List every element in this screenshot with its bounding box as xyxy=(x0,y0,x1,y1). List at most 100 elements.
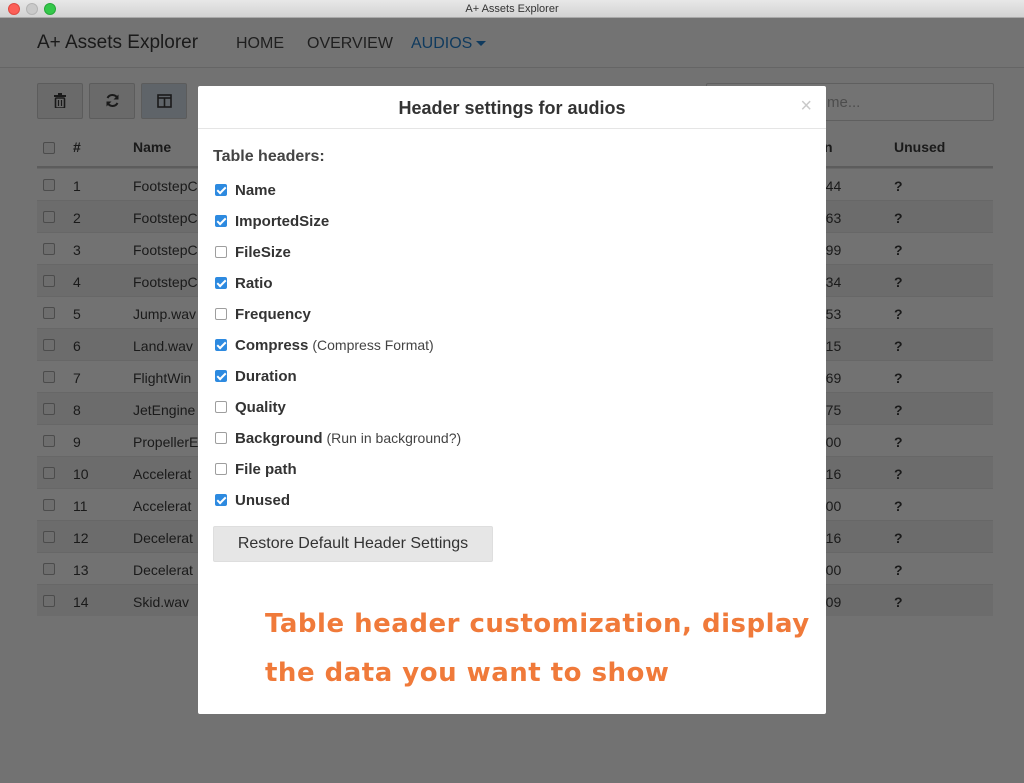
row-checkbox[interactable] xyxy=(43,595,55,607)
frequency-checkbox[interactable] xyxy=(215,308,227,320)
name-label[interactable]: Name xyxy=(235,182,276,199)
row-name: Skid.wav xyxy=(133,594,190,610)
row-name: FootstepC xyxy=(133,178,198,194)
row-checkbox[interactable] xyxy=(43,307,55,319)
refresh-button[interactable] xyxy=(89,83,135,119)
row-name: Accelerat xyxy=(133,466,192,482)
select-all-checkbox[interactable] xyxy=(43,142,55,154)
option-label-text: File path xyxy=(235,461,297,478)
ratio-label[interactable]: Ratio xyxy=(235,275,273,292)
row-checkbox[interactable] xyxy=(43,403,55,415)
row-checkbox[interactable] xyxy=(43,371,55,383)
row-index: 6 xyxy=(73,338,81,354)
window-minimize-button[interactable] xyxy=(26,3,38,15)
background-checkbox[interactable] xyxy=(215,432,227,444)
row-checkbox[interactable] xyxy=(43,243,55,255)
option-label-text: Unused xyxy=(235,492,291,509)
row-index: 14 xyxy=(73,594,89,610)
nav-home[interactable]: HOME xyxy=(236,35,284,53)
search-placeholder: me... xyxy=(827,94,861,111)
unused-label[interactable]: Unused xyxy=(235,492,290,509)
table-headers-label: Table headers: xyxy=(213,148,325,165)
row-index: 8 xyxy=(73,402,81,418)
unused-checkbox[interactable] xyxy=(215,494,227,506)
nav-overview[interactable]: OVERVIEW xyxy=(307,35,393,53)
row-checkbox[interactable] xyxy=(43,467,55,479)
restore-default-button[interactable]: Restore Default Header Settings xyxy=(213,526,493,562)
trash-icon xyxy=(54,93,66,110)
compress-label[interactable]: Compress (Compress Format) xyxy=(235,337,434,354)
row-checkbox[interactable] xyxy=(43,275,55,287)
row-name: FlightWin xyxy=(133,370,192,386)
filesize-label[interactable]: FileSize xyxy=(235,244,291,261)
row-checkbox[interactable] xyxy=(43,179,55,191)
duration-label[interactable]: Duration xyxy=(235,368,297,385)
ratio-checkbox[interactable] xyxy=(215,277,227,289)
annotation-line-1: Table header customization, display xyxy=(265,609,810,639)
row-name: FootstepC xyxy=(133,274,198,290)
row-checkbox[interactable] xyxy=(43,435,55,447)
row-checkbox[interactable] xyxy=(43,531,55,543)
nav-audios-label: AUDIOS xyxy=(411,35,473,52)
row-name: PropellerE xyxy=(133,434,199,450)
option-label-text: FileSize xyxy=(235,244,291,261)
delete-button[interactable] xyxy=(37,83,83,119)
row-name: Decelerat xyxy=(133,562,193,578)
columns-icon xyxy=(156,93,172,108)
caret-down-icon xyxy=(476,41,487,47)
row-unused: ? xyxy=(894,434,903,450)
file-path-checkbox[interactable] xyxy=(215,463,227,475)
option-label-text: Name xyxy=(235,182,276,199)
row-index: 11 xyxy=(73,498,88,514)
row-unused: ? xyxy=(894,210,903,226)
column-header-index[interactable]: # xyxy=(73,139,81,155)
row-unused: ? xyxy=(894,530,903,546)
file-path-label[interactable]: File path xyxy=(235,461,297,478)
modal-header: Header settings for audios × xyxy=(198,86,826,129)
row-index: 4 xyxy=(73,274,81,290)
option-label-text: Frequency xyxy=(235,306,311,323)
row-index: 7 xyxy=(73,370,81,386)
header-settings-button[interactable] xyxy=(141,83,187,119)
filesize-checkbox[interactable] xyxy=(215,246,227,258)
option-label-text: Background xyxy=(235,430,323,447)
row-unused: ? xyxy=(894,594,903,610)
row-unused: ? xyxy=(894,338,903,354)
row-checkbox[interactable] xyxy=(43,339,55,351)
row-index: 9 xyxy=(73,434,81,450)
quality-label[interactable]: Quality xyxy=(235,399,286,416)
row-name: Jump.wav xyxy=(133,306,197,322)
option-label-text: Compress xyxy=(235,337,309,354)
window-close-button[interactable] xyxy=(8,3,20,15)
quality-checkbox[interactable] xyxy=(215,401,227,413)
option-label-text: ImportedSize xyxy=(235,213,330,230)
column-header-name[interactable]: Name xyxy=(133,139,171,155)
app-brand[interactable]: A+ Assets Explorer xyxy=(37,32,198,54)
row-unused: ? xyxy=(894,402,903,418)
window-maximize-button[interactable] xyxy=(44,3,56,15)
importedsize-checkbox[interactable] xyxy=(215,215,227,227)
column-header-unused[interactable]: Unused xyxy=(894,139,945,155)
row-unused: ? xyxy=(894,306,903,322)
name-checkbox[interactable] xyxy=(215,184,227,196)
row-checkbox[interactable] xyxy=(43,211,55,223)
importedsize-label[interactable]: ImportedSize xyxy=(235,213,329,230)
refresh-icon xyxy=(106,94,118,108)
row-checkbox[interactable] xyxy=(43,499,55,511)
row-checkbox[interactable] xyxy=(43,563,55,575)
annotation-line-2: the data you want to show xyxy=(265,658,670,688)
frequency-label[interactable]: Frequency xyxy=(235,306,311,323)
row-unused: ? xyxy=(894,274,903,290)
navbar: A+ Assets Explorer HOME OVERVIEW AUDIOS xyxy=(0,18,1024,68)
row-unused: ? xyxy=(894,242,903,258)
close-icon[interactable]: × xyxy=(800,96,812,116)
row-unused: ? xyxy=(894,178,903,194)
row-unused: ? xyxy=(894,370,903,386)
nav-audios-dropdown[interactable]: AUDIOS xyxy=(411,35,487,53)
header-settings-modal: Header settings for audios × Table heade… xyxy=(198,86,826,714)
row-name: Land.wav xyxy=(133,338,193,354)
option-hint: (Run in background?) xyxy=(326,430,462,446)
duration-checkbox[interactable] xyxy=(215,370,227,382)
compress-checkbox[interactable] xyxy=(215,339,227,351)
background-label[interactable]: Background (Run in background?) xyxy=(235,430,461,447)
